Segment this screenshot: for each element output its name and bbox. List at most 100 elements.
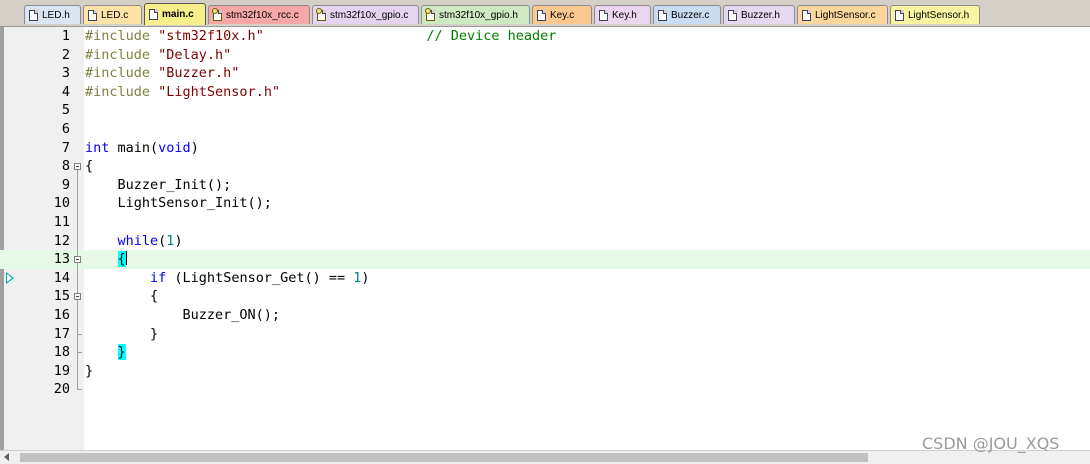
tab-key-c[interactable]: Key.c — [532, 5, 592, 24]
line-number: 18 — [53, 344, 70, 361]
tab-label: Key.h — [612, 9, 637, 21]
code-line[interactable]: } — [85, 325, 158, 344]
scroll-left-arrow-icon[interactable] — [4, 453, 9, 461]
code-line[interactable]: { — [85, 157, 93, 176]
code-token: { — [85, 158, 94, 175]
tab-main-c[interactable]: main.c — [144, 3, 206, 25]
header-file-icon — [599, 9, 608, 21]
tab-label: stm32f10x_gpio.h — [439, 9, 518, 21]
code-token: ) — [361, 269, 370, 286]
scroll-thumb[interactable] — [20, 453, 868, 462]
tab-label: LightSensor.c — [815, 9, 876, 21]
header-file-icon — [29, 9, 38, 21]
tab-led-c[interactable]: LED.c — [83, 5, 142, 24]
code-token: ) — [190, 139, 199, 156]
tab-label: LED.c — [101, 9, 129, 21]
code-token: Buzzer_Init(); — [85, 176, 232, 193]
code-line[interactable]: while(1) — [85, 232, 183, 251]
line-number: 11 — [53, 214, 70, 230]
code-line[interactable]: Buzzer_Init(); — [85, 176, 232, 195]
tab-buzzer-h[interactable]: Buzzer.h — [723, 5, 795, 24]
fold-end-marker — [77, 333, 82, 335]
code-token: ) — [174, 232, 183, 249]
code-line[interactable]: #include "Delay.h" — [85, 46, 231, 65]
header-file-icon — [895, 9, 904, 21]
code-line[interactable]: int main(void) — [85, 139, 199, 158]
code-line[interactable]: #include "stm32f10x.h" // Device header — [85, 27, 556, 46]
line-number: 4 — [61, 83, 70, 100]
tab-stm32f10x-rcc-c[interactable]: stm32f10x_rcc.c — [208, 5, 310, 24]
line-number: 12 — [53, 232, 70, 249]
tab-buzzer-c[interactable]: Buzzer.c — [653, 5, 721, 24]
fold-collapse-icon[interactable] — [74, 163, 81, 171]
line-number: 3 — [61, 65, 70, 82]
line-number: 7 — [61, 139, 70, 156]
code-token-kw: while — [117, 232, 159, 249]
library-file-icon — [425, 7, 435, 21]
code-line[interactable]: #include "Buzzer.h" — [85, 64, 239, 83]
line-number: 19 — [53, 362, 70, 379]
code-token-kw: int — [85, 139, 110, 156]
code-token-cmt: // Device header — [426, 28, 557, 44]
tab-lightsensor-h[interactable]: LightSensor.h — [890, 5, 980, 24]
tab-stm32f10x-gpio-c[interactable]: stm32f10x_gpio.c — [312, 5, 419, 24]
code-token: { — [85, 288, 159, 305]
tab-label: Key.c — [550, 9, 575, 21]
line-number: 16 — [53, 307, 70, 323]
tab-lightsensor-c[interactable]: LightSensor.c — [797, 5, 888, 24]
code-line[interactable]: LightSensor_Init(); — [85, 194, 272, 213]
fold-collapse-icon[interactable] — [74, 293, 81, 301]
library-file-icon — [212, 7, 222, 21]
library-file-icon — [316, 7, 326, 21]
code-token-kw: void — [158, 139, 191, 156]
code-line[interactable]: { — [85, 287, 158, 306]
code-line[interactable]: { — [85, 250, 127, 269]
execution-arrow-icon — [6, 271, 14, 284]
line-number: 8 — [61, 158, 70, 175]
code-line[interactable]: #include "LightSensor.h" — [85, 83, 280, 102]
line-number: 2 — [61, 46, 70, 63]
source-file-icon — [658, 9, 667, 21]
source-file-icon — [802, 9, 811, 21]
code-token-brace-hl: { — [117, 251, 126, 268]
tab-label: Buzzer.h — [741, 9, 780, 21]
tab-label: LED.h — [42, 9, 70, 21]
line-number: 13 — [53, 251, 70, 268]
code-token: } — [85, 362, 94, 379]
tab-label: Buzzer.c — [671, 9, 710, 21]
fold-end-marker — [77, 352, 82, 354]
line-number: 1 — [61, 28, 70, 44]
source-file-icon — [149, 9, 158, 20]
line-number: 10 — [53, 195, 70, 212]
line-number: 5 — [61, 102, 70, 119]
code-token: (LightSensor_Get() == — [166, 269, 354, 286]
line-number: 6 — [61, 121, 70, 137]
code-token: } — [85, 325, 159, 342]
fold-end-marker — [77, 389, 82, 391]
tab-label: LightSensor.h — [908, 9, 970, 21]
file-tab-bar: LED.h LED.c main.c stm32f10x_rcc.c stm32f10x… — [0, 0, 1090, 27]
code-line[interactable]: if (LightSensor_Get() == 1) — [85, 269, 370, 288]
code-line[interactable]: Buzzer_ON(); — [85, 306, 281, 325]
tab-stm32f10x-gpio-h[interactable]: stm32f10x_gpio.h — [421, 5, 530, 24]
fold-gutter — [72, 27, 84, 450]
code-token-kw: if — [150, 269, 167, 286]
fold-collapse-icon[interactable] — [74, 256, 81, 264]
text-cursor — [125, 251, 127, 266]
source-file-icon — [88, 9, 97, 21]
fold-guide-line — [77, 300, 78, 334]
code-token-pp: #include — [85, 28, 159, 44]
code-token-pp: #include — [85, 65, 159, 82]
tab-led-h[interactable]: LED.h — [24, 5, 81, 24]
code-token-pp: #include — [85, 46, 159, 63]
tab-key-h[interactable]: Key.h — [594, 5, 651, 24]
code-line[interactable]: } — [85, 362, 93, 381]
code-token-pp: #include — [85, 83, 159, 100]
code-line[interactable]: } — [85, 343, 126, 362]
code-token-str: "Buzzer.h" — [158, 65, 240, 82]
code-token-str: "LightSensor.h" — [158, 83, 281, 100]
